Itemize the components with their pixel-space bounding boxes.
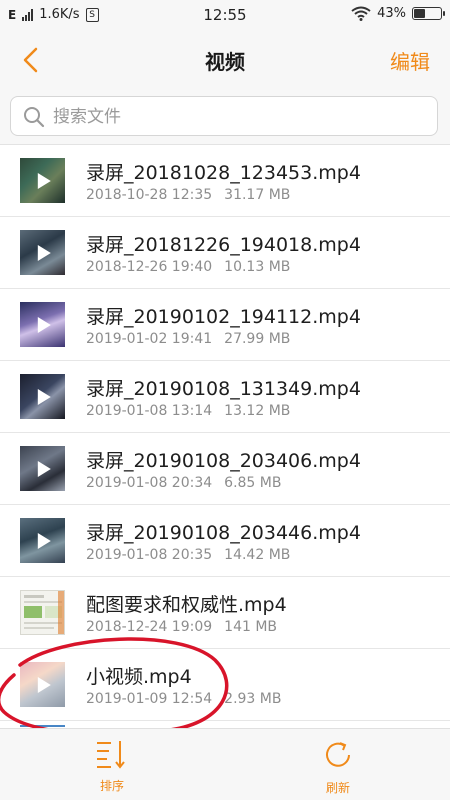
file-size: 13.12 MB bbox=[224, 403, 291, 419]
play-icon bbox=[37, 532, 51, 549]
file-name: 录屏_20190102_194112.mp4 bbox=[86, 306, 361, 328]
play-icon bbox=[37, 316, 51, 333]
video-thumbnail bbox=[20, 302, 65, 347]
video-thumbnail bbox=[20, 158, 65, 203]
bottom-toolbar: 排序 刷新 bbox=[0, 728, 450, 800]
file-meta: 2019-01-09 12:54 2.93 MB bbox=[86, 691, 281, 707]
video-thumbnail bbox=[20, 446, 65, 491]
file-name: 录屏_20181028_123453.mp4 bbox=[86, 162, 361, 184]
search-box[interactable] bbox=[10, 96, 438, 137]
file-meta: 2018-10-28 12:35 31.17 MB bbox=[86, 187, 290, 203]
file-date: 2019-01-08 20:34 bbox=[86, 475, 213, 491]
file-date: 2019-01-02 19:41 bbox=[86, 331, 213, 347]
file-name: 配图要求和权威性.mp4 bbox=[86, 594, 287, 616]
file-meta: 2018-12-24 19:09 141 MB bbox=[86, 619, 277, 635]
video-thumbnail bbox=[20, 518, 65, 563]
file-item[interactable]: 小视频.mp4 2019-01-09 12:54 2.93 MB bbox=[0, 649, 450, 721]
search-icon bbox=[24, 107, 45, 128]
video-thumbnail bbox=[20, 374, 65, 419]
status-bar: E 1.6K/s S 12:55 43% bbox=[0, 0, 450, 32]
battery-icon bbox=[412, 7, 445, 20]
file-size: 6.85 MB bbox=[224, 475, 282, 491]
file-meta: 2019-01-08 13:14 13.12 MB bbox=[86, 403, 290, 419]
file-date: 2019-01-09 12:54 bbox=[86, 691, 213, 707]
refresh-icon bbox=[326, 742, 350, 767]
file-list: 录屏_20181028_123453.mp4 2018-10-28 12:35 3… bbox=[0, 145, 450, 727]
page-title: 视频 bbox=[205, 50, 245, 74]
file-name: 录屏_20190108_203446.mp4 bbox=[86, 522, 361, 544]
video-thumbnail bbox=[20, 590, 65, 635]
file-item[interactable]: 录屏_20190108_203406.mp4 2019-01-08 20:34 6… bbox=[0, 433, 450, 505]
file-size: 27.99 MB bbox=[224, 331, 291, 347]
file-name: 录屏_20190108_203406.mp4 bbox=[86, 450, 361, 472]
search-input[interactable] bbox=[51, 97, 427, 137]
file-item[interactable]: 录屏_20190108_203446.mp4 2019-01-08 20:35 1… bbox=[0, 505, 450, 577]
file-date: 2018-10-28 12:35 bbox=[86, 187, 213, 203]
file-name: 录屏_20181226_194018.mp4 bbox=[86, 234, 361, 256]
file-meta: 2019-01-02 19:41 27.99 MB bbox=[86, 331, 290, 347]
file-name: 录屏_20190108_131349.mp4 bbox=[86, 378, 361, 400]
file-size: 10.13 MB bbox=[224, 259, 291, 275]
battery-fill bbox=[414, 9, 425, 18]
file-size: 2.93 MB bbox=[224, 691, 282, 707]
refresh-button[interactable]: 刷新 bbox=[298, 739, 378, 796]
file-size: 14.42 MB bbox=[224, 547, 291, 563]
wifi-icon bbox=[351, 6, 371, 21]
play-icon bbox=[37, 244, 51, 261]
video-thumbnail bbox=[20, 662, 65, 707]
file-item-partial[interactable] bbox=[0, 721, 450, 727]
video-thumbnail bbox=[20, 230, 65, 275]
file-item[interactable]: 配图要求和权威性.mp4 2018-12-24 19:09 141 MB bbox=[0, 577, 450, 649]
file-meta: 2019-01-08 20:34 6.85 MB bbox=[86, 475, 281, 491]
file-date: 2018-12-26 19:40 bbox=[86, 259, 213, 275]
status-right: 43% bbox=[351, 6, 445, 21]
play-icon bbox=[37, 676, 51, 693]
play-icon bbox=[37, 388, 51, 405]
refresh-label: 刷新 bbox=[325, 781, 350, 795]
file-name: 小视频.mp4 bbox=[86, 666, 192, 688]
search-area bbox=[0, 88, 450, 145]
file-manager-screen: E 1.6K/s S 12:55 43% 视频 编辑 搜索文件 录屏_20181… bbox=[0, 0, 450, 800]
sort-button[interactable]: 排序 bbox=[72, 739, 152, 794]
file-meta: 2019-01-08 20:35 14.42 MB bbox=[86, 547, 290, 563]
file-size: 31.17 MB bbox=[224, 187, 291, 203]
file-size: 141 MB bbox=[224, 619, 278, 635]
sort-icon bbox=[97, 741, 125, 769]
file-item[interactable]: 录屏_20181226_194018.mp4 2018-12-26 19:40 1… bbox=[0, 217, 450, 289]
file-item[interactable]: 录屏_20181028_123453.mp4 2018-10-28 12:35 3… bbox=[0, 145, 450, 217]
file-item[interactable]: 录屏_20190102_194112.mp4 2019-01-02 19:41 2… bbox=[0, 289, 450, 361]
battery-percent: 43% bbox=[377, 6, 406, 21]
video-thumbnail bbox=[20, 725, 65, 727]
nav-bar: 视频 编辑 bbox=[0, 32, 450, 88]
sort-label: 排序 bbox=[99, 779, 124, 793]
file-date: 2019-01-08 20:35 bbox=[86, 547, 213, 563]
file-date: 2019-01-08 13:14 bbox=[86, 403, 213, 419]
play-icon bbox=[37, 460, 51, 477]
file-meta: 2018-12-26 19:40 10.13 MB bbox=[86, 259, 290, 275]
edit-button[interactable]: 编辑 bbox=[390, 46, 430, 75]
file-date: 2018-12-24 19:09 bbox=[86, 619, 213, 635]
file-item[interactable]: 录屏_20190108_131349.mp4 2019-01-08 13:14 1… bbox=[0, 361, 450, 433]
play-icon bbox=[37, 172, 51, 189]
